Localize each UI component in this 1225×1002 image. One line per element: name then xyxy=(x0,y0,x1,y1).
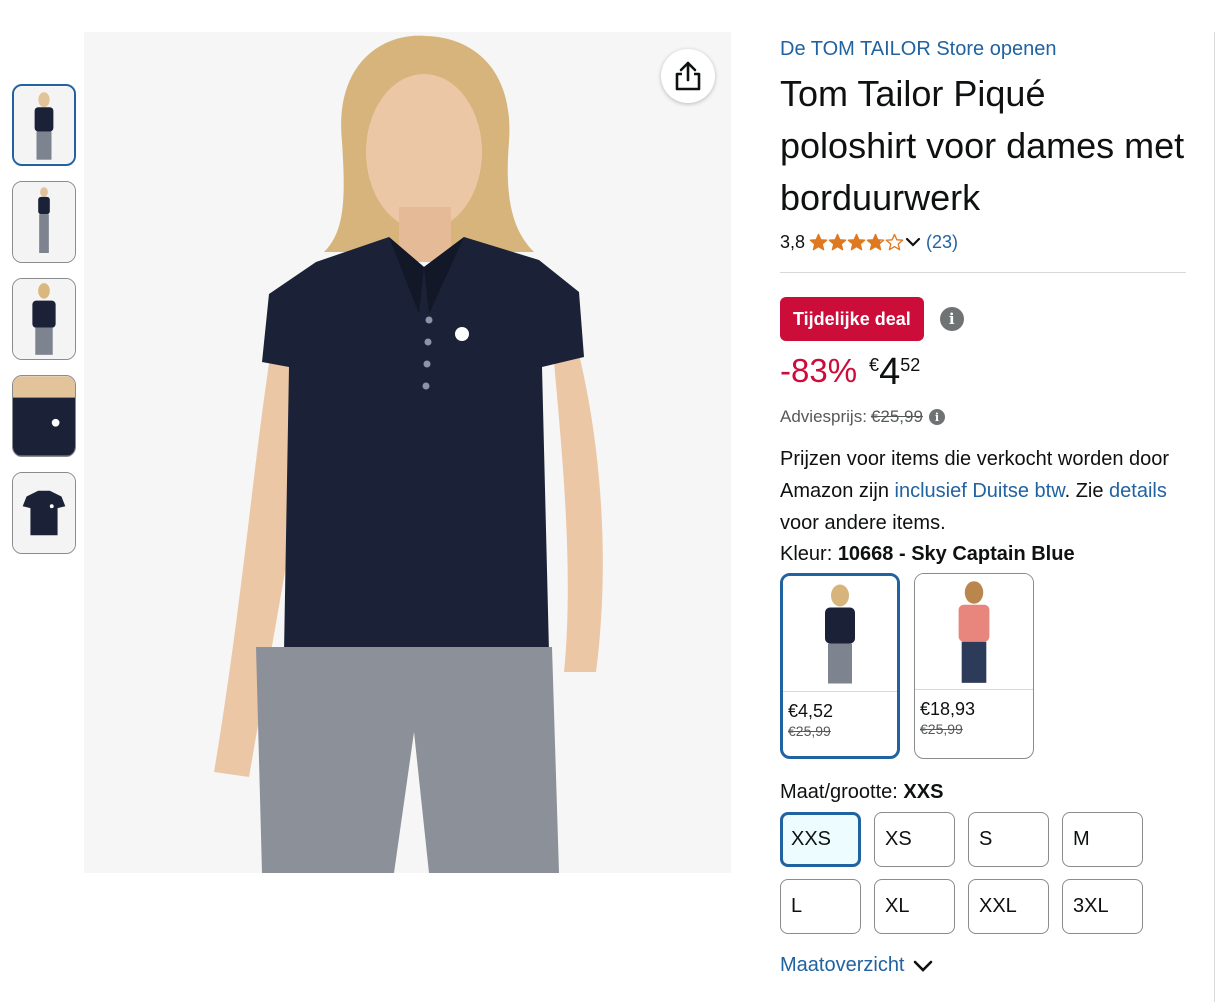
rating-row: 3,8 (23) xyxy=(780,230,1190,254)
thumbnail-flat-lay-view[interactable] xyxy=(12,472,76,554)
size-option-xs[interactable]: XS xyxy=(874,812,955,867)
size-selection-label: Maat/grootte: XXS xyxy=(780,781,1190,804)
color-selection-label: Kleur: 10668 - Sky Captain Blue xyxy=(780,539,1190,569)
edge-divider xyxy=(1214,32,1215,1002)
thumbnail-front-view[interactable] xyxy=(12,84,76,166)
vat-text-2: . Zie xyxy=(1064,480,1110,502)
deal-badge: Tijdelijke deal xyxy=(780,297,924,341)
rating-value: 3,8 xyxy=(780,231,806,252)
discount-percentage: -83% xyxy=(780,352,858,389)
list-price-value: €25,99 xyxy=(870,407,923,426)
list-price-row: Adviesprijs: €25,99 i xyxy=(780,407,1190,427)
list-price-label: Adviesprijs: xyxy=(780,407,867,426)
size-option-s[interactable]: S xyxy=(968,812,1049,867)
size-option-xxs[interactable]: XXS xyxy=(780,812,861,867)
size-chart-label: Maatoverzicht xyxy=(780,954,905,976)
swatch-image xyxy=(783,576,897,692)
color-value: 10668 - Sky Captain Blue xyxy=(837,543,1075,565)
swatch-price: €4,52 xyxy=(788,701,834,721)
star-icon xyxy=(847,233,866,250)
star-icon xyxy=(809,233,828,250)
vat-link[interactable]: inclusief Duitse btw xyxy=(895,480,1065,502)
star-icon xyxy=(866,233,885,250)
swatch-list-price: €25,99 xyxy=(788,723,831,739)
share-icon xyxy=(675,61,701,91)
price: € 4 52 xyxy=(869,349,920,395)
size-option-xl[interactable]: XL xyxy=(874,879,955,934)
color-swatch-sky-captain-blue[interactable]: €4,52 €25,99 xyxy=(780,573,900,759)
price-fraction: 52 xyxy=(900,355,921,375)
thumbnail-full-body-view[interactable] xyxy=(12,181,76,263)
color-label: Kleur: xyxy=(780,543,833,565)
store-link[interactable]: De TOM TAILOR Store openen xyxy=(780,36,1190,62)
chevron-down-icon xyxy=(913,960,932,972)
size-option-3xl[interactable]: 3XL xyxy=(1062,879,1143,934)
swatch-image xyxy=(915,574,1033,690)
swatch-price: €18,93 xyxy=(920,699,976,719)
main-product-image[interactable] xyxy=(84,32,731,873)
swatch-list-price: €25,99 xyxy=(920,721,963,737)
star-icon xyxy=(885,233,904,250)
color-swatch-coral[interactable]: €18,93 €25,99 xyxy=(914,573,1034,759)
review-count-link[interactable]: (23) xyxy=(926,232,958,253)
thumbnail-strip xyxy=(12,84,78,569)
product-title: Tom Tailor Piqué poloshirt voor dames me… xyxy=(780,73,1185,218)
deal-row: Tijdelijke deal i xyxy=(780,297,1190,341)
size-label: Maat/grootte: xyxy=(780,781,898,803)
size-options: XXS XS S M L XL XXL 3XL xyxy=(780,812,1190,934)
thumbnail-detail-view[interactable] xyxy=(12,375,76,457)
size-option-xxl[interactable]: XXL xyxy=(968,879,1049,934)
star-rating[interactable] xyxy=(809,233,904,252)
chevron-down-icon[interactable] xyxy=(904,233,922,251)
info-icon[interactable]: i xyxy=(939,307,964,331)
size-chart-link[interactable]: Maatoverzicht xyxy=(780,954,1190,977)
divider xyxy=(780,272,1186,273)
price-whole: 4 xyxy=(879,351,901,393)
color-swatches: €4,52 €25,99 €18,93 €25,99 xyxy=(780,573,1190,759)
list-price-info-icon[interactable]: i xyxy=(928,409,945,425)
vat-notice: Prijzen voor items die verkocht worden d… xyxy=(780,443,1190,539)
star-icon xyxy=(828,233,847,250)
size-option-l[interactable]: L xyxy=(780,879,861,934)
product-details: De TOM TAILOR Store openen Tom Tailor Pi… xyxy=(780,36,1190,977)
price-row: -83% € 4 52 xyxy=(780,349,1190,393)
vat-text-3: voor andere items. xyxy=(780,512,946,534)
share-button[interactable] xyxy=(661,49,715,103)
thumbnail-back-view[interactable] xyxy=(12,278,76,360)
size-value: XXS xyxy=(903,781,944,803)
size-option-m[interactable]: M xyxy=(1062,812,1143,867)
price-currency: € xyxy=(869,355,880,375)
details-link[interactable]: details xyxy=(1109,480,1167,502)
